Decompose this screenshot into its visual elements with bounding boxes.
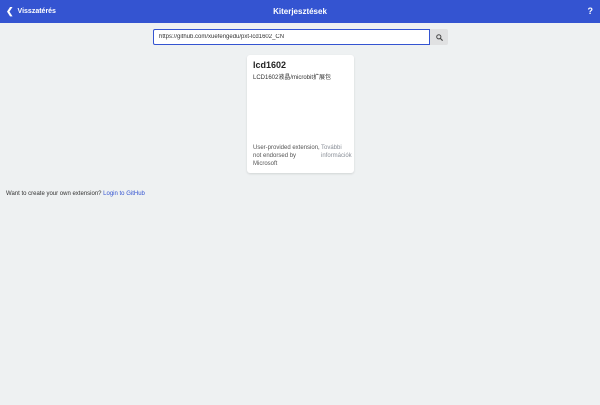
search-button[interactable] [430,29,448,45]
extensions-dialog: ❮ Visszatérés Kiterjesztések ? lcd1602 L… [0,0,600,405]
extension-card-note: User-provided extension, not endorsed by… [253,145,320,167]
header-bar: ❮ Visszatérés Kiterjesztések ? [0,0,600,23]
help-button[interactable]: ? [588,0,594,23]
extension-card[interactable]: lcd1602 LCD1602液晶/microbit扩展包 User-provi… [247,55,354,173]
extension-card-description: LCD1602液晶/microbit扩展包 [253,75,332,81]
more-info-link[interactable]: További információk [321,144,353,160]
create-extension-line: Want to create your own extension? Login… [6,191,145,197]
login-github-link[interactable]: Login to GitHub [103,191,145,197]
create-extension-prompt: Want to create your own extension? [6,191,102,197]
extension-card-title: lcd1602 [253,60,287,70]
search-bar [153,29,448,45]
page-title: Kiterjesztések [273,7,327,16]
search-input[interactable] [153,29,430,45]
search-icon [435,33,443,41]
